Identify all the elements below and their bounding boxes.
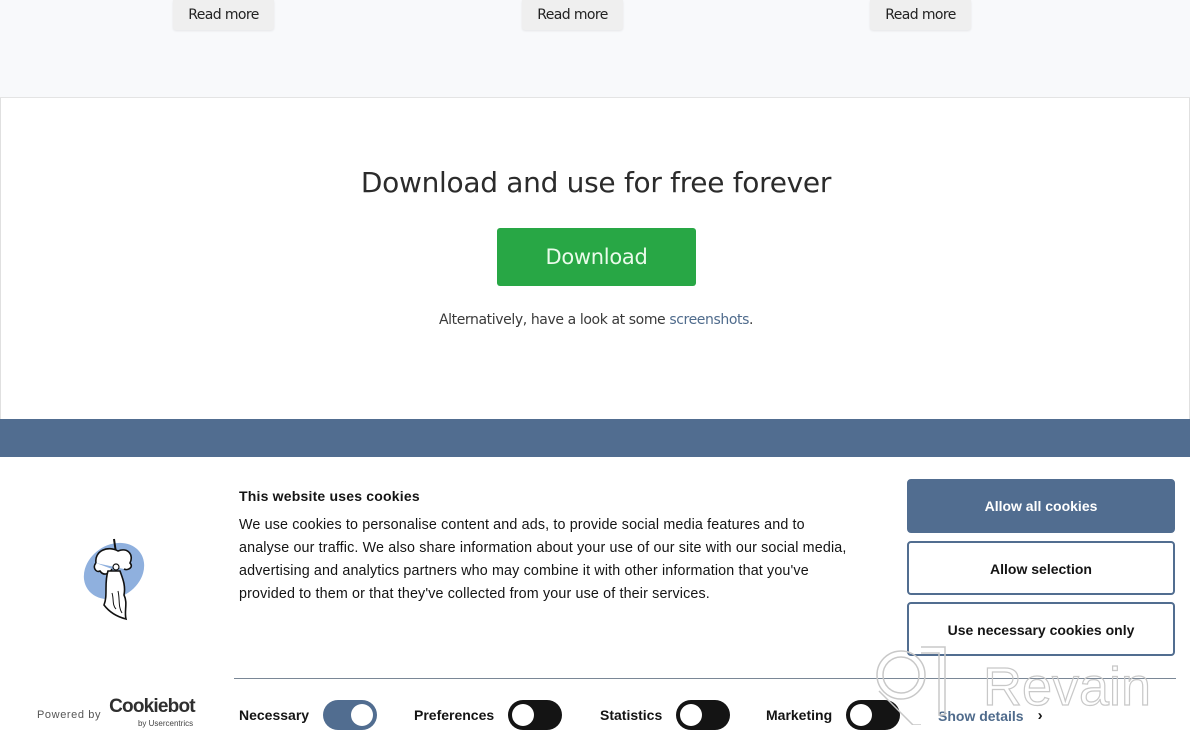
read-more-button-1[interactable]: Read more [173, 0, 274, 30]
toggle-label-marketing: Marketing [766, 707, 833, 723]
article-cards-footer: Read more Read more Read more [0, 0, 1190, 98]
alternative-text-prefix: Alternatively, have a look at some [438, 312, 670, 328]
alternative-text-suffix: . [748, 312, 754, 328]
download-button[interactable]: Download [497, 228, 696, 286]
download-section: Download and use for free forever Downlo… [0, 98, 1190, 419]
show-details-link[interactable]: Show details › [938, 707, 1043, 724]
toggle-knob [850, 704, 873, 726]
toggle-label-preferences: Preferences [414, 707, 495, 723]
toggle-knob [351, 704, 374, 726]
cookiebot-brand-sub: by Usercentrics [137, 719, 194, 728]
show-details-label: Show details [938, 707, 1024, 724]
toggle-label-statistics: Statistics [600, 707, 663, 723]
chevron-right-icon: › [1037, 707, 1043, 724]
cookie-banner-description: We use cookies to personalise content an… [239, 517, 847, 602]
toggle-group-statistics: Statistics [600, 700, 731, 730]
cookiebot-logo: Cookiebot by Usercentrics [109, 696, 195, 730]
preferences-toggle[interactable] [508, 700, 563, 730]
cookiebot-brand-name: Cookiebot [109, 696, 195, 717]
read-more-button-2[interactable]: Read more [522, 0, 623, 30]
allow-selection-button[interactable]: Allow selection [907, 541, 1175, 595]
statistics-toggle[interactable] [676, 700, 731, 730]
toggle-group-preferences: Preferences [414, 700, 563, 730]
toggle-group-marketing: Marketing [766, 700, 901, 730]
cookie-banner-title: This website uses cookies [239, 488, 420, 504]
bearded-man-logo-icon [74, 533, 150, 623]
marketing-toggle[interactable] [846, 700, 901, 730]
cookie-banner-divider [234, 678, 1176, 679]
powered-by-cookiebot[interactable]: Powered by Cookiebot by Usercentrics [37, 696, 196, 730]
read-more-button-3[interactable]: Read more [870, 0, 971, 30]
toggle-label-necessary: Necessary [239, 707, 310, 723]
use-necessary-cookies-only-button[interactable]: Use necessary cookies only [907, 602, 1175, 656]
cookie-consent-banner: This website uses cookies We use cookies… [0, 457, 1190, 753]
powered-by-label: Powered by [37, 709, 102, 721]
toggle-group-necessary: Necessary [239, 700, 378, 730]
toggle-knob [512, 704, 535, 726]
screenshots-link[interactable]: screenshots [669, 312, 749, 328]
alternative-text: Alternatively, have a look at some scree… [1, 312, 1190, 328]
download-heading: Download and use for free forever [360, 166, 832, 199]
toggle-knob [680, 704, 703, 726]
allow-all-cookies-button[interactable]: Allow all cookies [907, 479, 1175, 533]
necessary-toggle[interactable] [323, 700, 378, 730]
footer-band [0, 419, 1190, 457]
